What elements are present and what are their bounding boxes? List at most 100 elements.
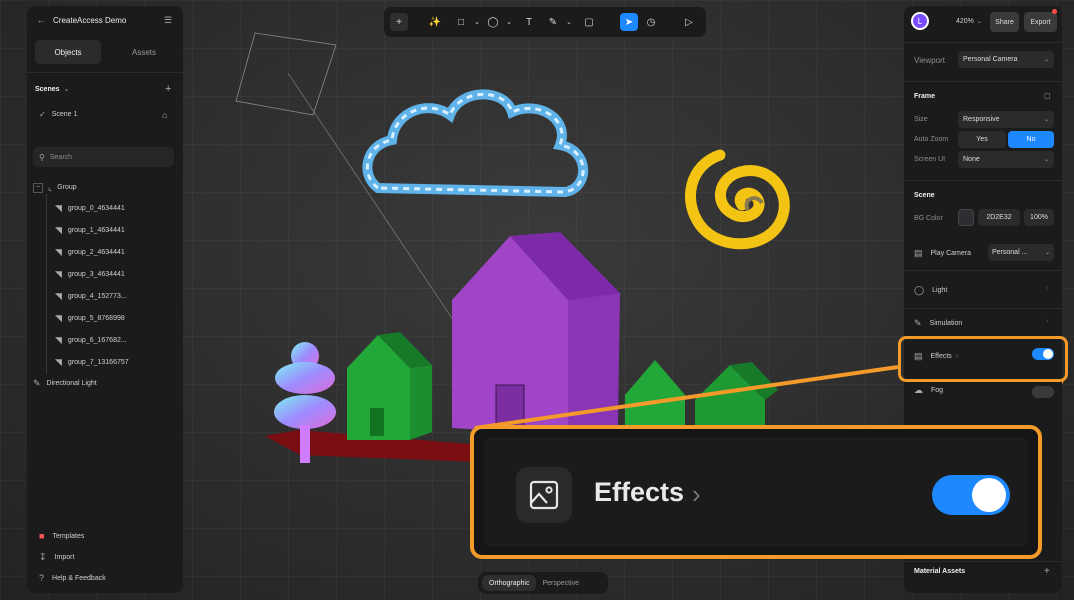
left-sidebar: ← CreateAccess Demo ☰ Objects Assets Sce… [27,6,183,593]
sun-spiral [685,149,790,250]
play-camera-label: Play Camera [930,250,971,257]
avatar[interactable]: L [911,12,929,30]
list-item[interactable]: ◥ group_2_4634441 [55,247,125,258]
chevron-right-icon[interactable]: › [1046,285,1048,292]
orthographic-option[interactable]: Orthographic [482,575,537,591]
import-icon: ↧ [39,552,47,562]
item-label: group_2_4634441 [67,249,125,256]
frame-icon[interactable]: ▢ [1044,92,1051,100]
home-icon[interactable]: ⌂ [162,110,167,120]
tab-assets[interactable]: Assets [111,40,177,64]
item-label: Directional Light [46,380,97,387]
callout-effects-toggle[interactable] [932,475,1010,515]
fog-row[interactable]: ☁ Fog [914,385,943,396]
back-arrow-icon[interactable]: ← [35,15,47,25]
clock-icon[interactable]: ◷ [642,13,660,31]
chevron-right-icon[interactable]: › [1046,318,1048,325]
size-value: Responsive [963,116,1000,123]
item-label: group_5_8768998 [67,315,125,322]
templates-link[interactable]: ■ Templates [39,531,84,541]
fog-icon: ☁ [914,385,923,395]
scene-item[interactable]: ✓ Scene 1 [39,110,77,119]
play-camera-row[interactable]: ▤ Play Camera [914,248,971,259]
bg-opacity[interactable]: 100% [1024,209,1054,226]
bulb-icon: ◯ [914,285,925,295]
plus-icon[interactable]: + [390,13,408,31]
chevron-down-icon[interactable]: ⌄ [560,13,578,31]
list-item[interactable]: ◥ group_5_8768998 [55,313,125,324]
frame-section-title: Frame [914,93,936,100]
export-button[interactable]: Export [1024,12,1057,32]
top-toolbar: + ✨ □ ⌄ ◯ ⌄ T ✎ ⌄ ▢ ➤ ◷ ▷ [384,7,706,37]
play-camera-select[interactable]: Personal ... ⌄ [988,244,1054,261]
chevron-down-icon: ⌄ [1043,117,1049,123]
search-icon: ⚲ [39,152,45,162]
scene-label: Scene 1 [51,111,78,118]
auto-zoom-yes[interactable]: Yes [958,131,1006,148]
group-item[interactable]: − ⌞ Group [33,182,77,193]
viewport-select[interactable]: Personal Camera ⌄ [958,51,1054,68]
screen-ui-select[interactable]: None ⌄ [958,151,1054,168]
green-house-right [625,360,685,430]
light-label: Light [932,287,948,294]
camera-frame [235,32,337,116]
bg-color-hex[interactable]: 2D2E32 [978,209,1020,226]
share-button[interactable]: Share [990,12,1019,32]
scene-section-title: Scene [914,192,935,199]
item-label: group_6_167682... [67,337,127,344]
list-item[interactable]: ◥ group_3_4634441 [55,269,125,280]
simulation-row[interactable]: ✎ Simulation [914,318,962,329]
fog-toggle[interactable] [1032,386,1054,398]
callout-effects-row[interactable]: Effects › [484,437,1028,547]
cloud-shape [362,89,589,198]
comment-icon[interactable]: ▢ [580,13,598,31]
help-link[interactable]: ? Help & Feedback [39,573,106,583]
text-icon[interactable]: T [520,13,538,31]
item-label: group_3_4634441 [67,271,125,278]
play-icon[interactable]: ▷ [680,13,698,31]
chevron-down-icon: ⌄ [1043,57,1049,63]
notification-dot [1052,9,1057,14]
callout-effects-label: Effects [594,477,685,507]
import-link[interactable]: ↧ Import [39,552,74,563]
help-label: Help & Feedback [52,574,106,582]
list-item[interactable]: ◥ group_4_152773... [55,291,127,302]
tab-objects[interactable]: Objects [35,40,101,64]
directional-light-item[interactable]: ✎ Directional Light [33,378,97,389]
auto-zoom-no[interactable]: No [1008,131,1054,148]
magic-icon[interactable]: ✨ [426,13,444,31]
zoom-control[interactable]: 420% ⌄ [956,18,982,25]
viewport-label: Viewport [914,56,945,65]
project-title: CreateAccess Demo [53,15,127,25]
simulation-icon: ✎ [914,318,922,328]
material-assets-title: Material Assets [914,568,966,575]
item-label: group_0_4634441 [67,205,125,212]
list-item[interactable]: ◥ group_7_13166757 [55,357,129,368]
chevron-down-icon: ⌄ [1044,250,1050,256]
scenes-header[interactable]: Scenes ⌄ [35,85,70,94]
list-item[interactable]: ◥ group_0_4634441 [55,203,125,214]
add-scene-icon[interactable]: + [165,83,171,95]
collapse-icon[interactable]: − [33,182,43,193]
perspective-option[interactable]: Perspective [542,580,579,587]
bg-color-swatch[interactable] [958,209,974,226]
mesh-icon: ◥ [55,335,62,345]
search-input[interactable]: ⚲ Search [33,147,174,167]
project-header[interactable]: ← CreateAccess Demo [35,15,127,25]
plus-icon[interactable]: + [1044,566,1050,577]
projection-toggle: Orthographic Perspective [478,572,608,594]
chevron-down-icon: ⌄ [63,86,70,93]
item-label: group_1_4634441 [67,227,125,234]
app-window: ← CreateAccess Demo ☰ Objects Assets Sce… [0,0,1074,600]
list-item[interactable]: ◥ group_6_167682... [55,335,127,346]
fog-label: Fog [931,387,944,394]
sidebar-toggle-icon[interactable]: ☰ [164,15,172,26]
cursor-icon[interactable]: ➤ [620,13,638,31]
list-item[interactable]: ◥ group_1_4634441 [55,225,125,236]
chevron-down-icon[interactable]: ⌄ [500,13,518,31]
search-placeholder: Search [49,153,73,161]
mesh-icon: ◥ [55,357,62,367]
import-label: Import [54,554,75,561]
light-row[interactable]: ◯ Light [914,285,947,296]
size-select[interactable]: Responsive ⌄ [958,111,1054,128]
